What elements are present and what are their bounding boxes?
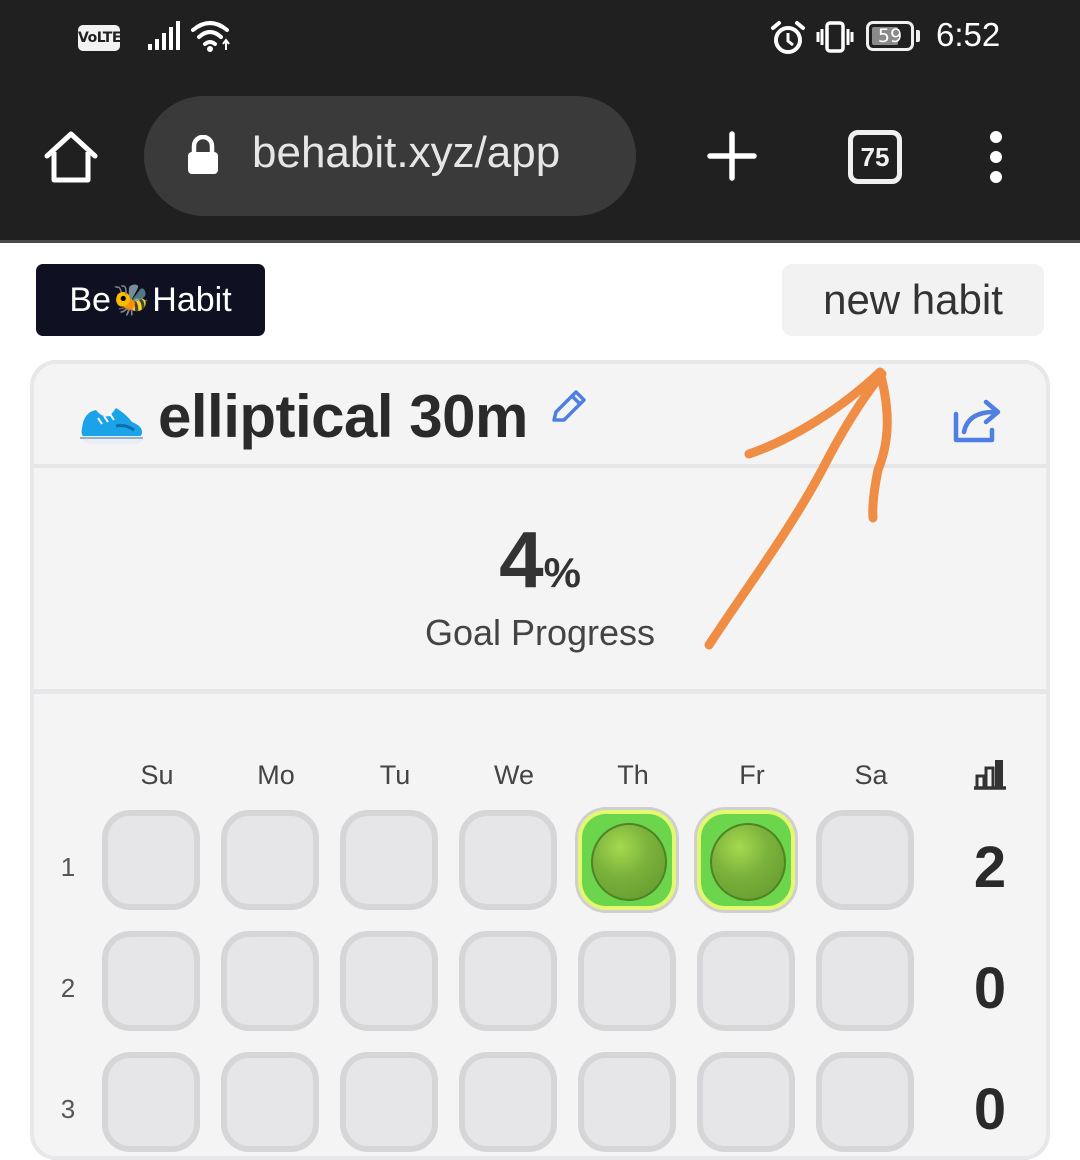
- day-cell[interactable]: [816, 810, 914, 910]
- more-menu-icon[interactable]: [986, 130, 1006, 186]
- day-header-mo: Mo: [257, 760, 295, 790]
- tab-switcher-button[interactable]: 75: [848, 130, 902, 184]
- week-total-2: 0: [973, 956, 1007, 1021]
- day-cell[interactable]: [578, 1052, 676, 1152]
- battery-cap: [916, 30, 920, 42]
- day-cell[interactable]: [340, 931, 438, 1031]
- day-cell[interactable]: [816, 931, 914, 1031]
- day-header-th: Th: [617, 760, 649, 790]
- clock: 6:52: [936, 16, 1001, 53]
- day-cell[interactable]: [459, 931, 557, 1031]
- alarm-icon: [771, 21, 805, 54]
- habit-title: elliptical 30m: [158, 383, 528, 450]
- wifi-icon: [191, 21, 230, 52]
- habit-card-header: elliptical 30m: [34, 364, 1046, 468]
- goal-progress-value: 4%: [34, 514, 1046, 606]
- week-total-3: 0: [973, 1077, 1007, 1142]
- edit-pencil-icon[interactable]: [546, 386, 590, 430]
- browser-toolbar: behabit.xyz/app 75: [0, 78, 1080, 240]
- day-header-sa: Sa: [854, 760, 888, 790]
- day-cell[interactable]: [102, 810, 200, 910]
- signal-icon: [148, 21, 180, 50]
- day-cell[interactable]: [697, 1052, 795, 1152]
- completed-marker-icon: [710, 823, 786, 901]
- progress-number: 4: [499, 515, 544, 604]
- day-cell[interactable]: [102, 1052, 200, 1152]
- day-cell[interactable]: [578, 931, 676, 1031]
- day-cell[interactable]: [221, 931, 319, 1031]
- day-cell[interactable]: [340, 810, 438, 910]
- completed-marker-icon: [591, 823, 667, 901]
- new-tab-icon[interactable]: [706, 130, 758, 182]
- day-cell[interactable]: [459, 810, 557, 910]
- toolbar-divider: [0, 240, 1080, 243]
- new-habit-button[interactable]: new habit: [782, 264, 1044, 336]
- day-header-tu: Tu: [379, 760, 411, 790]
- address-bar[interactable]: behabit.xyz/app: [144, 96, 636, 216]
- lock-icon: [188, 135, 218, 174]
- share-icon[interactable]: [952, 398, 1006, 444]
- day-header-su: Su: [140, 760, 174, 790]
- goal-progress-label: Goal Progress: [424, 612, 656, 653]
- app-logo[interactable]: Be 🐝 Habit: [36, 264, 265, 336]
- day-cell[interactable]: [340, 1052, 438, 1152]
- progress-unit: %: [543, 549, 581, 596]
- battery-level: 59: [877, 25, 903, 47]
- day-cell[interactable]: [816, 1052, 914, 1152]
- volte-indicator: VoLTE: [78, 25, 121, 51]
- day-cell[interactable]: [459, 1052, 557, 1152]
- week-label-2: 2: [60, 973, 76, 1003]
- url-text[interactable]: behabit.xyz/app: [252, 128, 560, 178]
- week-total-1: 2: [973, 835, 1007, 900]
- bee-icon: 🐝: [112, 283, 151, 317]
- goal-progress-section: 4% Goal Progress: [34, 468, 1046, 694]
- logo-suffix: Habit: [152, 280, 232, 319]
- day-header-we: We: [493, 760, 534, 790]
- bar-chart-icon[interactable]: [972, 758, 1008, 790]
- week-label-1: 1: [60, 852, 76, 882]
- battery-icon: 59: [866, 21, 914, 51]
- day-header-fr: Fr: [739, 760, 765, 790]
- status-bar: VoLTE 59 6:52: [0, 0, 1080, 78]
- vibrate-icon: [816, 21, 854, 53]
- day-cell[interactable]: [221, 810, 319, 910]
- logo-prefix: Be: [69, 280, 111, 319]
- day-cell[interactable]: [697, 931, 795, 1031]
- week-label-3: 3: [60, 1094, 76, 1124]
- day-cell[interactable]: [578, 810, 676, 910]
- sneaker-icon: [80, 408, 144, 444]
- day-cell[interactable]: [102, 931, 200, 1031]
- home-icon[interactable]: [42, 130, 100, 184]
- day-cell[interactable]: [697, 810, 795, 910]
- habit-card: elliptical 30m 4% Goal Progress Su Mo Tu…: [30, 360, 1050, 1160]
- day-cell[interactable]: [221, 1052, 319, 1152]
